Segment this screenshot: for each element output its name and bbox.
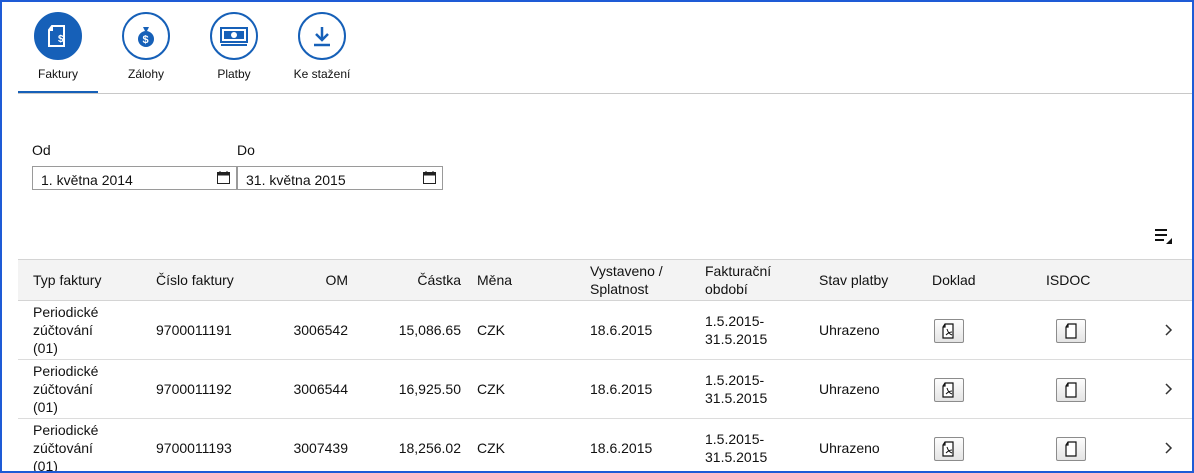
header-period-line1: Fakturační (705, 263, 772, 279)
type-line2: zúčtování (33, 440, 93, 456)
cell-status: Uhrazeno (819, 381, 880, 397)
table-row[interactable]: Periodické zúčtování (01) 9700011191 300… (18, 301, 1192, 360)
cell-number: 9700011193 (156, 440, 232, 456)
table-row[interactable]: Periodické zúčtování (01) 9700011192 300… (18, 360, 1192, 419)
to-date-value: 31. května 2015 (246, 172, 346, 188)
type-line1: Periodické (33, 422, 99, 438)
document-icon (1065, 382, 1077, 398)
cell-om: 3007439 (293, 440, 348, 456)
cell-number: 9700011191 (156, 322, 232, 338)
cell-amount: 16,925.50 (398, 381, 461, 397)
calendar-icon[interactable] (423, 171, 436, 184)
cell-issued: 18.6.2015 (590, 440, 653, 456)
app-window: $ Faktury $ Zálohy Platby Ke stažení Od … (0, 0, 1194, 473)
from-date-value: 1. května 2014 (41, 172, 133, 188)
type-line2: zúčtování (33, 381, 93, 397)
table-header: Typ faktury Číslo faktury OM Částka Měna… (18, 259, 1192, 301)
header-number[interactable]: Číslo faktury (156, 260, 234, 300)
svg-text:$: $ (143, 34, 149, 46)
tab-ke-stazeni[interactable]: Ke stažení (282, 2, 362, 94)
document-icon (1065, 441, 1077, 457)
type-line3: (01) (33, 458, 58, 473)
period-line2: 31.5.2015 (705, 390, 768, 406)
header-status[interactable]: Stav platby (819, 260, 888, 300)
banknote-icon (210, 12, 258, 60)
invoice-icon: $ (34, 12, 82, 60)
cell-status: Uhrazeno (819, 440, 880, 456)
isdoc-button[interactable] (1056, 378, 1086, 402)
header-currency[interactable]: Měna (477, 260, 512, 300)
to-label: Do (237, 142, 255, 158)
chevron-right-icon[interactable] (1164, 322, 1174, 338)
cell-currency: CZK (477, 381, 505, 397)
period-line1: 1.5.2015- (705, 431, 765, 447)
header-om[interactable]: OM (278, 260, 348, 300)
tab-label: Zálohy (127, 67, 165, 81)
pdf-icon (942, 382, 954, 398)
tabs-divider (18, 93, 1192, 94)
header-issued-line2: Splatnost (590, 281, 649, 297)
cell-period: 1.5.2015- 31.5.2015 (705, 301, 767, 359)
type-line3: (01) (33, 399, 58, 415)
calendar-icon[interactable] (217, 171, 230, 184)
column-settings-icon[interactable] (1155, 228, 1173, 244)
pdf-icon (942, 441, 954, 457)
period-line1: 1.5.2015- (705, 313, 765, 329)
document-icon (1065, 323, 1077, 339)
cell-number: 9700011192 (156, 381, 232, 397)
tab-platby[interactable]: Platby (194, 2, 274, 94)
pdf-document-button[interactable] (934, 437, 964, 461)
money-bag-icon: $ (122, 12, 170, 60)
type-line1: Periodické (33, 363, 99, 379)
cell-period: 1.5.2015- 31.5.2015 (705, 360, 767, 418)
cell-type: Periodické zúčtování (01) (33, 419, 99, 473)
pdf-icon (942, 323, 954, 339)
header-type[interactable]: Typ faktury (33, 260, 101, 300)
header-issued[interactable]: Vystaveno / Splatnost (590, 260, 663, 300)
cell-amount: 15,086.65 (398, 322, 461, 338)
chevron-right-icon[interactable] (1164, 440, 1174, 456)
type-line1: Periodické (33, 304, 99, 320)
cell-om: 3006542 (293, 322, 348, 338)
header-document: Doklad (932, 272, 976, 288)
header-period-line2: období (705, 281, 748, 297)
cell-type: Periodické zúčtování (01) (33, 360, 98, 418)
table-row[interactable]: Periodické zúčtování (01) 9700011193 300… (18, 419, 1192, 473)
cell-issued: 18.6.2015 (590, 381, 653, 397)
cell-amount: 18,256.02 (398, 440, 461, 456)
pdf-document-button[interactable] (934, 378, 964, 402)
download-icon (298, 12, 346, 60)
period-line2: 31.5.2015 (705, 449, 768, 465)
cell-om: 3006544 (293, 381, 348, 397)
tab-label: Ke stažení (293, 67, 351, 81)
cell-period: 1.5.2015- 31.5.2015 (705, 419, 768, 471)
cell-type: Periodické zúčtování (01) (33, 301, 98, 359)
cell-currency: CZK (477, 322, 505, 338)
header-issued-line1: Vystaveno / (590, 263, 663, 279)
tab-label: Platby (217, 67, 251, 81)
cell-currency: CZK (477, 440, 505, 456)
from-label: Od (32, 142, 51, 158)
cell-status: Uhrazeno (819, 322, 880, 338)
to-date-input[interactable]: 31. května 2015 (237, 166, 443, 190)
chevron-right-icon[interactable] (1164, 381, 1174, 397)
cell-issued: 18.6.2015 (590, 322, 653, 338)
type-line3: (01) (33, 340, 58, 356)
period-line2: 31.5.2015 (705, 331, 768, 347)
isdoc-button[interactable] (1056, 437, 1086, 461)
type-line2: zúčtování (33, 322, 93, 338)
isdoc-button[interactable] (1056, 319, 1086, 343)
tab-label: Faktury (37, 67, 78, 81)
tab-faktury[interactable]: $ Faktury (18, 2, 98, 94)
header-isdoc: ISDOC (1046, 272, 1091, 288)
period-line1: 1.5.2015- (705, 372, 765, 388)
header-amount[interactable]: Částka (358, 260, 461, 300)
pdf-document-button[interactable] (934, 319, 964, 343)
header-period[interactable]: Fakturační období (705, 260, 771, 300)
from-date-input[interactable]: 1. května 2014 (32, 166, 237, 190)
invoice-table: Typ faktury Číslo faktury OM Částka Měna… (18, 259, 1192, 473)
tab-zalohy[interactable]: $ Zálohy (106, 2, 186, 94)
svg-text:$: $ (58, 34, 64, 45)
